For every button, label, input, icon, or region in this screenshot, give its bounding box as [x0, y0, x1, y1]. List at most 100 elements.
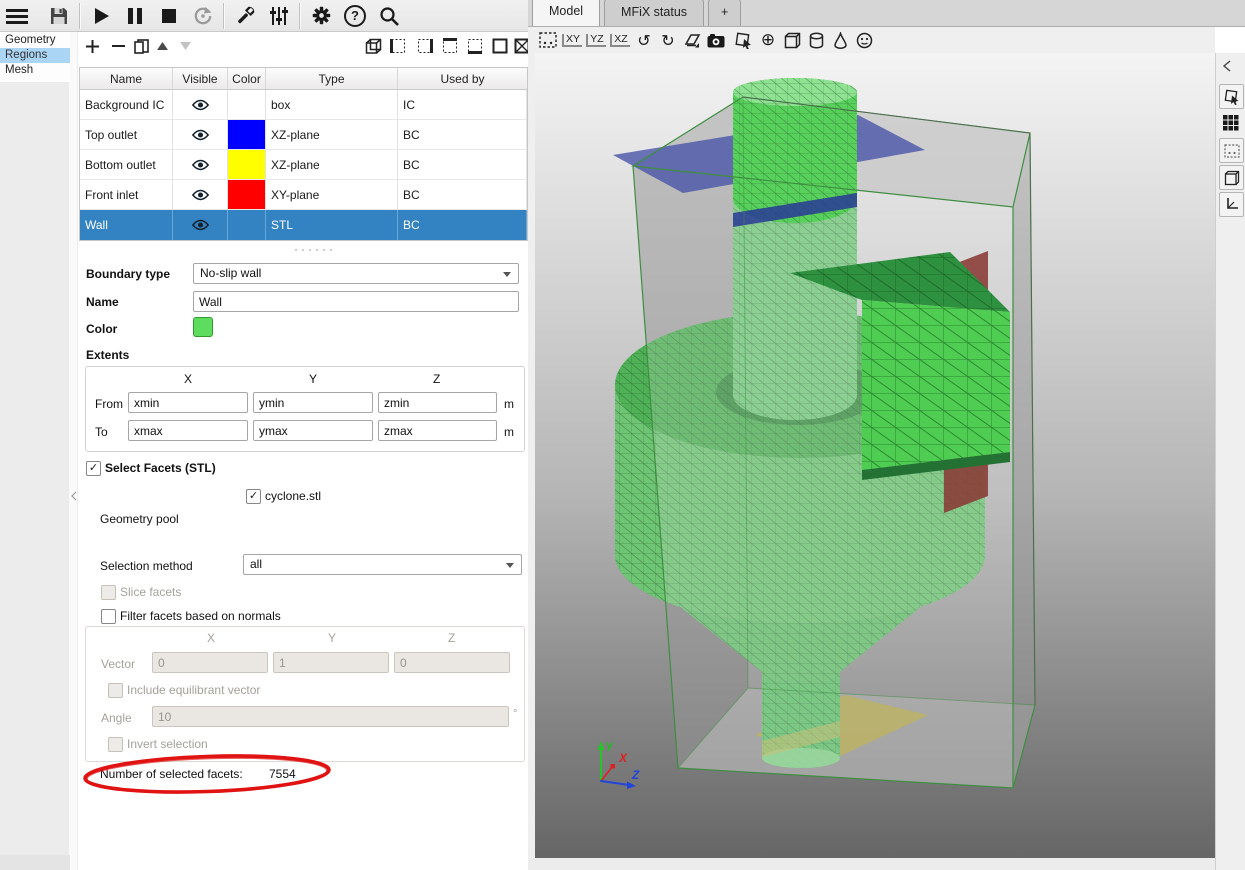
region-name: Front inlet	[80, 180, 173, 210]
color-swatch	[228, 150, 265, 179]
geometry-cursor-icon	[735, 32, 753, 49]
header-color[interactable]: Color	[228, 68, 266, 89]
move-region-down-button[interactable]	[173, 35, 197, 57]
help-button[interactable]: ?	[338, 1, 372, 31]
build-button[interactable]	[228, 1, 262, 31]
table-row-front-inlet[interactable]: Front inlet XY-plane BC	[80, 180, 527, 210]
search-button[interactable]	[372, 1, 406, 31]
pause-button[interactable]	[118, 1, 152, 31]
arrow-up-icon	[157, 42, 168, 50]
selection-method-select[interactable]: all	[243, 554, 522, 575]
xmin-input[interactable]	[128, 392, 248, 413]
tab-model[interactable]: Model	[532, 0, 600, 26]
nav-item-geometry[interactable]: Geometry	[0, 33, 70, 48]
tab-add[interactable]: +	[708, 0, 741, 26]
region-color-button[interactable]	[193, 317, 213, 337]
settings-button[interactable]	[304, 1, 338, 31]
reset-view-button[interactable]	[536, 29, 560, 51]
view-xz-button[interactable]: XZ	[608, 29, 632, 51]
ymin-input[interactable]	[253, 392, 373, 413]
angle-unit: °	[513, 708, 517, 720]
visibility-toggle[interactable]	[173, 150, 228, 180]
visibility-toggle[interactable]	[173, 180, 228, 210]
header-visible[interactable]: Visible	[173, 68, 228, 89]
zmin-input[interactable]	[378, 392, 497, 413]
rotate-left-button[interactable]: ↺	[632, 29, 656, 51]
stop-button[interactable]	[152, 1, 186, 31]
side-regions-button[interactable]	[1219, 138, 1244, 163]
header-name[interactable]: Name	[80, 68, 173, 89]
region-name: Background IC	[80, 90, 173, 120]
xmax-input[interactable]	[128, 420, 248, 441]
reset-button[interactable]	[186, 1, 220, 31]
cube-icon	[1224, 170, 1240, 186]
origin-axes-button[interactable]: ⊕	[756, 29, 780, 51]
help-icon: ?	[344, 5, 366, 27]
filter-normals-checkbox[interactable]	[101, 609, 116, 624]
table-header[interactable]: Name Visible Color Type Used by	[80, 68, 527, 90]
boundary-type-select[interactable]: No-slip wall	[193, 263, 519, 284]
move-region-up-button[interactable]	[150, 35, 174, 57]
toggle-regions-button[interactable]	[804, 29, 828, 51]
rotate-ccw-icon: ↺	[637, 31, 650, 50]
new-xz-plane-bottom-button[interactable]	[463, 35, 487, 57]
color-cell[interactable]	[228, 210, 266, 240]
table-row-background-ic[interactable]: Background IC box IC	[80, 90, 527, 120]
new-box-region-button[interactable]	[361, 35, 385, 57]
cylinder-icon	[809, 32, 824, 49]
toggle-geometry-button[interactable]	[780, 29, 804, 51]
nav-item-regions[interactable]: Regions	[0, 48, 70, 63]
tab-mfix-status[interactable]: MFiX status	[604, 0, 704, 26]
region-type: STL	[266, 210, 398, 240]
header-used-by[interactable]: Used by	[398, 68, 527, 89]
vector-x-input	[152, 652, 268, 673]
menu-button[interactable]	[0, 1, 34, 31]
remove-region-button[interactable]	[106, 35, 130, 57]
plane-bottom-icon	[467, 38, 483, 54]
color-cell[interactable]	[228, 150, 266, 180]
visibility-toggle[interactable]	[173, 120, 228, 150]
table-row-top-outlet[interactable]: Top outlet XZ-plane BC	[80, 120, 527, 150]
new-xz-plane-top-button[interactable]	[438, 35, 462, 57]
nav-item-mesh[interactable]: Mesh	[0, 63, 70, 78]
collapse-panel-icon[interactable]	[1222, 60, 1232, 72]
reset-view-icon	[539, 32, 557, 48]
rotate-right-button[interactable]: ↻	[656, 29, 680, 51]
splitter-handle[interactable]	[293, 247, 333, 253]
view-yz-button[interactable]: YZ	[584, 29, 608, 51]
view-xy-button[interactable]: XY	[560, 29, 584, 51]
table-row-bottom-outlet[interactable]: Bottom outlet XZ-plane BC	[80, 150, 527, 180]
viewport-3d[interactable]: Y X Z	[535, 53, 1215, 858]
screenshot-button[interactable]	[704, 29, 728, 51]
new-yz-plane-right-button[interactable]	[413, 35, 437, 57]
box-region-icon	[365, 38, 382, 55]
add-region-button[interactable]	[80, 35, 104, 57]
side-axes-button[interactable]	[1219, 192, 1244, 217]
toggle-color-bar-button[interactable]	[852, 29, 876, 51]
panel-splitter[interactable]	[70, 32, 78, 870]
region-name-input[interactable]	[193, 291, 519, 312]
projection-toggle-button[interactable]	[680, 29, 704, 51]
select-facets-checkbox[interactable]	[86, 461, 101, 476]
splitter-collapse-icon[interactable]	[70, 490, 78, 502]
side-geometry-button[interactable]	[1219, 84, 1244, 109]
color-cell[interactable]	[228, 180, 266, 210]
visibility-toggle[interactable]	[173, 90, 228, 120]
settings-sliders-button[interactable]	[262, 1, 296, 31]
new-yz-plane-left-button[interactable]	[386, 35, 410, 57]
save-button[interactable]	[42, 1, 76, 31]
visibility-menu-button[interactable]	[732, 29, 756, 51]
visibility-toggle[interactable]	[173, 210, 228, 240]
stl-file-checkbox[interactable]	[246, 489, 261, 504]
zmax-input[interactable]	[378, 420, 497, 441]
color-cell[interactable]	[228, 90, 266, 120]
new-plane-region-button[interactable]	[488, 35, 512, 57]
header-type[interactable]: Type	[266, 68, 398, 89]
color-cell[interactable]	[228, 120, 266, 150]
side-mesh-button[interactable]	[1219, 111, 1242, 134]
run-button[interactable]	[84, 1, 118, 31]
ymax-input[interactable]	[253, 420, 373, 441]
side-cube-button[interactable]	[1219, 165, 1244, 190]
toggle-mesh-button[interactable]	[828, 29, 852, 51]
table-row-wall-selected[interactable]: Wall STL BC	[80, 210, 527, 240]
